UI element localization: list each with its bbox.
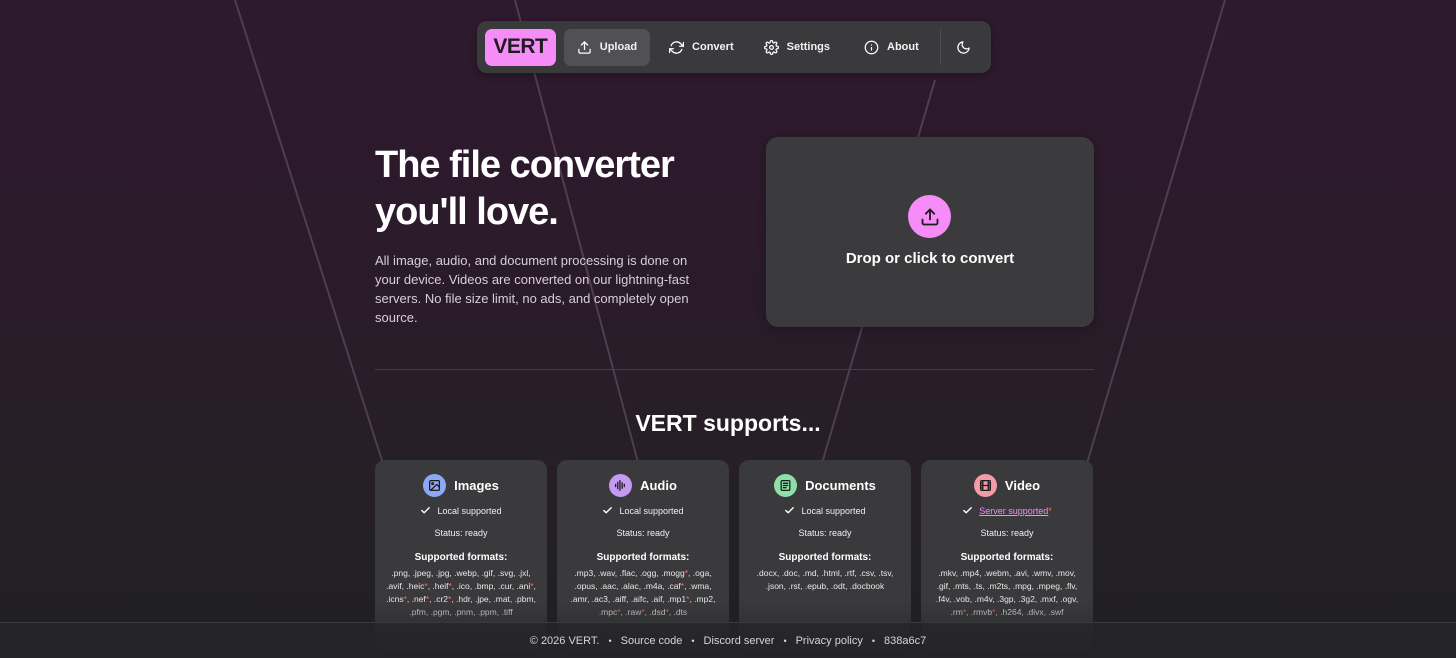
footer-privacy-link[interactable]: Privacy policy bbox=[796, 635, 863, 647]
server-asterisk: * bbox=[1048, 505, 1052, 516]
nav-settings-label: Settings bbox=[786, 41, 831, 53]
format-asterisk: * bbox=[684, 568, 689, 578]
nav-divider bbox=[939, 29, 941, 65]
check-icon bbox=[963, 507, 973, 514]
card-support-label: Local supported bbox=[437, 505, 502, 516]
footer-separator: • bbox=[608, 635, 612, 646]
footer-version-link[interactable]: 838a6c7 bbox=[884, 635, 926, 647]
dropzone-label: Drop or click to convert bbox=[845, 250, 1015, 267]
card-title: Video bbox=[1004, 478, 1041, 493]
format-asterisk: * bbox=[424, 581, 428, 591]
card-support-status: Local supported bbox=[557, 505, 729, 516]
card-formats-list: .docx, .doc, .md, .html, .rtf, .csv, .ts… bbox=[756, 568, 894, 591]
card-support-label: Local supported bbox=[801, 505, 866, 516]
document-icon bbox=[780, 479, 791, 492]
nav-about-label: About bbox=[887, 41, 919, 53]
hero-title-line2: you'll love. bbox=[375, 191, 559, 233]
card-status: Status: ready bbox=[798, 528, 852, 538]
nav-about[interactable]: About bbox=[851, 29, 932, 66]
card-support-status: Server supported* bbox=[921, 505, 1093, 516]
card-status: Status: ready bbox=[434, 528, 488, 538]
image-icon bbox=[429, 479, 441, 492]
footer-discord-link[interactable]: Discord server bbox=[704, 635, 775, 647]
nav-upload-label: Upload bbox=[599, 41, 638, 53]
upload-icon bbox=[578, 40, 591, 54]
hero-description: All image, audio, and document processin… bbox=[375, 253, 690, 325]
card-formats-title: Supported formats: bbox=[596, 552, 690, 563]
footer-copyright: © 2026 VERT. bbox=[529, 634, 600, 647]
theme-toggle-button[interactable] bbox=[945, 29, 983, 66]
card-support-label: Local supported bbox=[619, 505, 684, 516]
footer-separator: • bbox=[783, 635, 787, 646]
server-supported-link[interactable]: Server supported bbox=[979, 506, 1048, 516]
card-status: Status: ready bbox=[980, 528, 1034, 538]
format-asterisk: * bbox=[448, 581, 452, 591]
card-formats-title: Supported formats: bbox=[778, 552, 872, 563]
hero-title: The file converter you'll love. bbox=[375, 142, 755, 236]
supports-heading: VERT supports... bbox=[635, 410, 821, 436]
nav-convert[interactable]: Convert bbox=[656, 29, 747, 66]
card-title: Documents bbox=[805, 478, 876, 493]
card-title: Images bbox=[454, 478, 499, 493]
format-asterisk: * bbox=[530, 581, 534, 591]
check-icon bbox=[785, 507, 795, 514]
nav-upload[interactable]: Upload bbox=[563, 28, 651, 66]
info-icon bbox=[864, 40, 879, 54]
refresh-icon bbox=[669, 40, 685, 54]
format-asterisk: * bbox=[680, 581, 685, 591]
film-icon bbox=[979, 479, 991, 492]
nav-settings[interactable]: Settings bbox=[751, 29, 843, 66]
dropzone-upload-button[interactable] bbox=[908, 195, 951, 238]
card-status: Status: ready bbox=[616, 528, 670, 538]
card-formats-title: Supported formats: bbox=[414, 552, 508, 563]
film-icon-badge bbox=[973, 474, 997, 497]
card-formats-title: Supported formats: bbox=[960, 552, 1054, 563]
gear-icon bbox=[763, 39, 779, 55]
nav-convert-label: Convert bbox=[692, 41, 734, 53]
check-icon bbox=[603, 507, 613, 514]
document-icon-badge bbox=[774, 474, 798, 497]
footer-separator: • bbox=[871, 635, 875, 646]
waveform-icon bbox=[615, 479, 626, 492]
card-title: Audio bbox=[640, 478, 677, 493]
vert-logo[interactable]: VERT bbox=[485, 28, 556, 66]
hero-title-line1: The file converter bbox=[375, 144, 675, 186]
file-dropzone[interactable]: Drop or click to convert bbox=[766, 137, 1094, 327]
section-divider bbox=[375, 369, 1094, 370]
top-navigation: VERT Upload Convert Settings About bbox=[477, 21, 991, 73]
moon-icon bbox=[957, 40, 971, 54]
image-icon-badge bbox=[423, 474, 447, 497]
card-support-status: Local supported bbox=[375, 505, 547, 516]
waveform-icon-badge bbox=[609, 474, 633, 497]
check-icon bbox=[421, 507, 431, 514]
card-support-status: Local supported bbox=[739, 505, 911, 516]
footer-source-code-link[interactable]: Source code bbox=[621, 635, 683, 647]
footer-separator: • bbox=[691, 635, 695, 646]
upload-icon bbox=[921, 208, 938, 225]
page-footer: © 2026 VERT. • Source code • Discord ser… bbox=[0, 622, 1456, 658]
